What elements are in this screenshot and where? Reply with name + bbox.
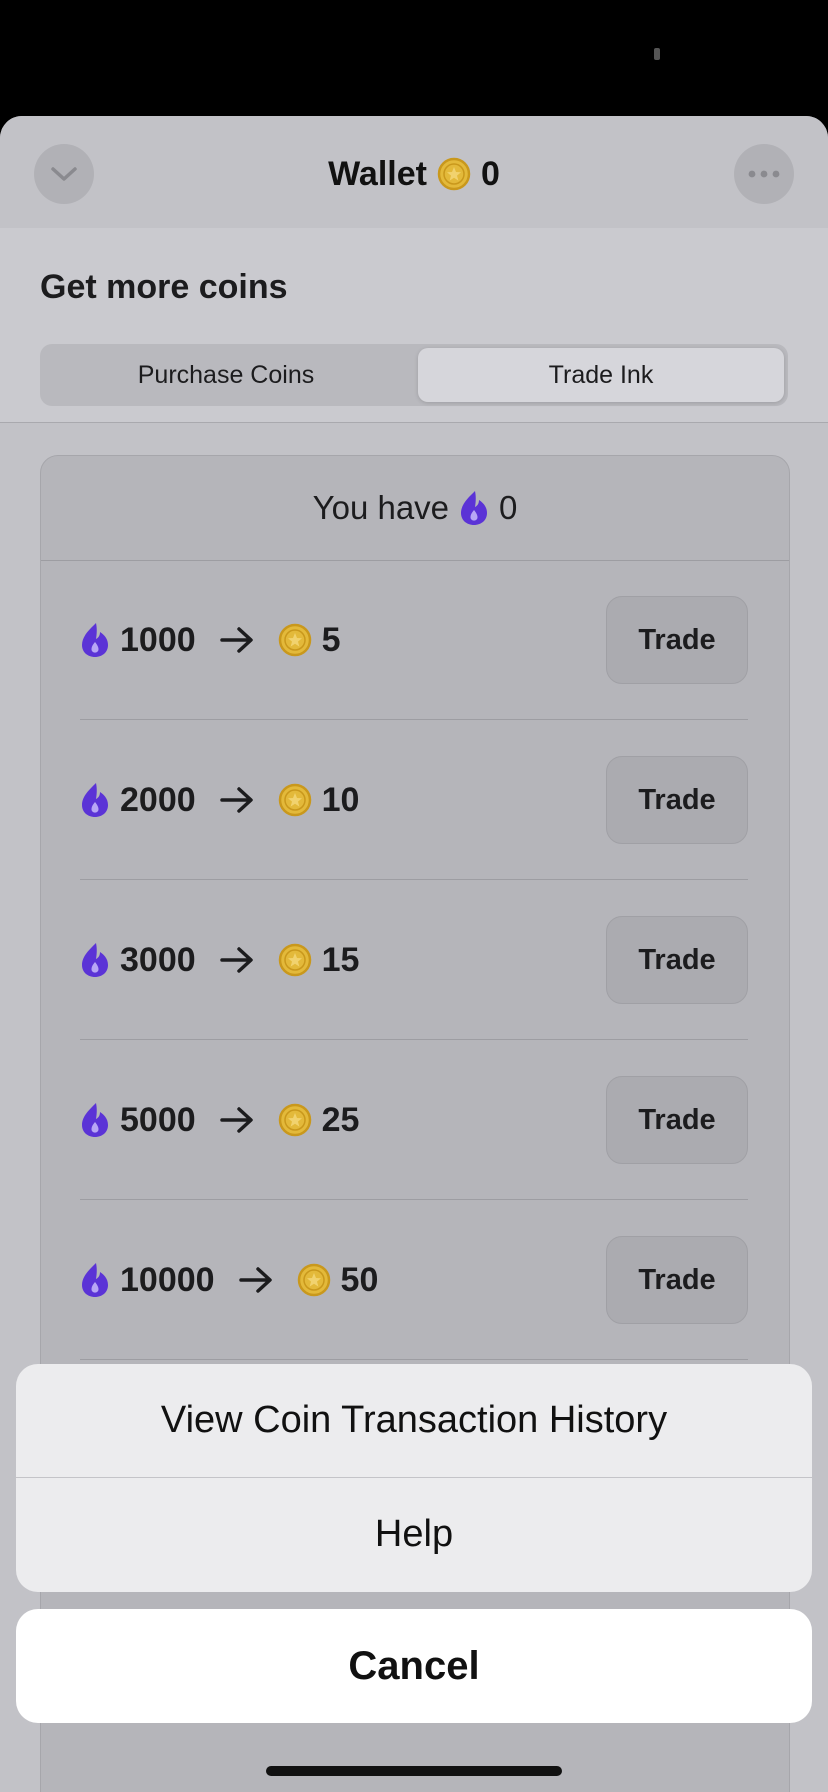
coin-icon (278, 943, 312, 977)
arrow-right-icon (219, 627, 254, 653)
wallet-title-text: Wallet (328, 154, 427, 193)
ellipsis-icon (748, 170, 780, 178)
arrow-right-icon (219, 947, 254, 973)
coin-balance: 0 (480, 154, 500, 193)
wallet-title: Wallet 0 (0, 146, 828, 202)
trade-offer: 2000 10 (80, 720, 359, 880)
coin-amount: 25 (321, 1100, 360, 1139)
ink-amount: 3000 (120, 940, 196, 979)
coin-icon (437, 157, 471, 191)
ink-icon (80, 782, 110, 818)
coin-icon (278, 623, 312, 657)
trade-row: 1000 5 Trade (80, 560, 748, 720)
coin-amount: 15 (321, 940, 360, 979)
trade-button[interactable]: Trade (606, 596, 748, 684)
trade-row: 5000 25 Trade (80, 1040, 748, 1200)
tab-purchase-coins[interactable]: Purchase Coins (44, 348, 408, 402)
ink-amount: 10000 (120, 1260, 215, 1299)
cancel-button[interactable]: Cancel (16, 1609, 812, 1723)
coin-amount: 50 (340, 1260, 379, 1299)
action-sheet: View Coin Transaction History Help (16, 1364, 812, 1592)
trade-offer: 3000 15 (80, 880, 359, 1040)
trade-row: 10000 50 Trade (80, 1200, 748, 1360)
trade-button[interactable]: Trade (606, 1076, 748, 1164)
coin-source-tabs: Purchase Coins Trade Ink (40, 344, 788, 406)
view-transaction-history-button[interactable]: View Coin Transaction History (16, 1364, 812, 1478)
ink-icon (459, 490, 489, 526)
help-button[interactable]: Help (16, 1478, 812, 1591)
arrow-right-icon (219, 787, 254, 813)
trade-button[interactable]: Trade (606, 756, 748, 844)
ink-icon (80, 1102, 110, 1138)
home-indicator[interactable] (266, 1766, 562, 1776)
ink-amount: 5000 (120, 1100, 196, 1139)
status-indicator (654, 48, 660, 60)
arrow-right-icon (219, 1107, 254, 1133)
tab-trade-ink[interactable]: Trade Ink (418, 348, 784, 402)
ink-balance-prefix: You have (312, 489, 450, 526)
coin-icon (278, 1103, 312, 1137)
coin-amount: 10 (321, 780, 360, 819)
ink-icon (80, 1262, 110, 1298)
coin-icon (297, 1263, 331, 1297)
arrow-right-icon (238, 1267, 273, 1293)
status-bar (0, 0, 828, 116)
coin-amount: 5 (321, 620, 341, 659)
trade-button[interactable]: Trade (606, 916, 748, 1004)
trade-row: 2000 10 Trade (80, 720, 748, 880)
ink-balance-value: 0 (499, 489, 518, 526)
trade-button[interactable]: Trade (606, 1236, 748, 1324)
sheet-header: Wallet 0 (0, 116, 828, 228)
coin-icon (278, 783, 312, 817)
section-title: Get more coins (40, 268, 288, 306)
ink-icon (80, 622, 110, 658)
trade-offer: 10000 50 (80, 1200, 378, 1360)
ink-amount: 2000 (120, 780, 196, 819)
ink-icon (80, 942, 110, 978)
ink-amount: 1000 (120, 620, 196, 659)
trade-row: 3000 15 Trade (80, 880, 748, 1040)
row-divider (80, 1359, 748, 1360)
more-options-button[interactable] (734, 144, 794, 204)
trade-offer: 5000 25 (80, 1040, 359, 1200)
ink-balance: You have 0 (41, 456, 789, 561)
trade-offer: 1000 5 (80, 560, 341, 720)
